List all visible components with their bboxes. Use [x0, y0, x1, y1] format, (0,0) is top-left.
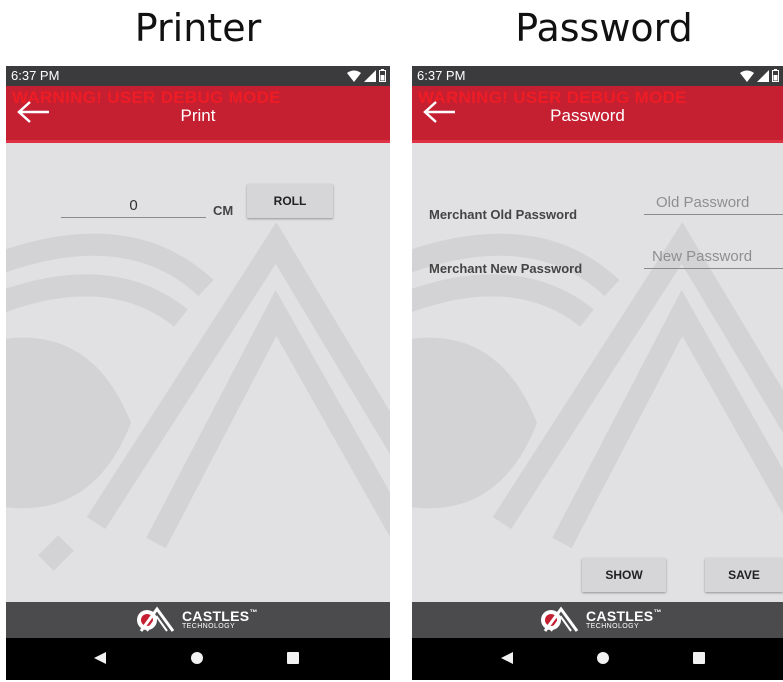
unit-label: CM [213, 203, 234, 218]
app-bar: WARNING! USER DEBUG MODE Password [412, 86, 783, 140]
trademark: ™ [653, 607, 662, 617]
debug-warning-text: WARNING! USER DEBUG MODE [418, 88, 687, 107]
printer-content: CM ROLL [6, 143, 390, 600]
brand-text: CASTLES™ TECHNOLOGY [586, 607, 662, 630]
square-recents-icon[interactable] [286, 651, 300, 665]
brand-text: CASTLES™ TECHNOLOGY [182, 607, 258, 630]
triangle-back-icon[interactable] [93, 651, 107, 665]
printer-screen: 6:37 PM WARNING! USER DEBUG MODE Print C… [6, 66, 390, 680]
debug-warning-text: WARNING! USER DEBUG MODE [12, 88, 281, 107]
show-button[interactable]: SHOW [582, 558, 666, 592]
square-recents-icon[interactable] [692, 651, 706, 665]
circle-home-icon[interactable] [190, 651, 204, 665]
circle-home-icon[interactable] [596, 651, 610, 665]
brand-footer: CASTLES™ TECHNOLOGY [6, 602, 390, 638]
printer-caption: Printer [134, 6, 262, 50]
status-bar: 6:37 PM [412, 66, 783, 86]
status-time: 6:37 PM [417, 68, 466, 83]
brand-subtitle: TECHNOLOGY [586, 622, 640, 630]
new-password-label: Merchant New Password [429, 261, 583, 276]
brand-name: CASTLES [586, 607, 654, 624]
page-title: Password [550, 106, 625, 125]
save-button[interactable]: SAVE [705, 558, 783, 592]
brand-footer: CASTLES™ TECHNOLOGY [412, 602, 783, 638]
brand-subtitle: TECHNOLOGY [182, 622, 236, 630]
password-screen: 6:37 PM WARNING! USER DEBUG MODE Passwor… [412, 66, 783, 680]
signal-icon [757, 69, 769, 82]
navigation-bar [412, 638, 783, 680]
signal-icon [364, 69, 376, 82]
navigation-bar [6, 638, 390, 680]
roll-button[interactable]: ROLL [247, 184, 333, 218]
wifi-icon [740, 70, 754, 82]
wifi-icon [347, 70, 361, 82]
castles-logo: CASTLES™ TECHNOLOGY [135, 605, 258, 633]
status-icons [740, 69, 779, 82]
status-icons [347, 69, 386, 82]
castles-logo: CASTLES™ TECHNOLOGY [539, 605, 662, 633]
password-content: Merchant Old Password Merchant New Passw… [412, 143, 783, 600]
roll-length-input[interactable] [61, 193, 206, 218]
new-password-input[interactable] [644, 245, 783, 269]
castles-logo-icon [541, 606, 579, 632]
status-time: 6:37 PM [11, 68, 60, 83]
battery-icon [379, 69, 386, 82]
triangle-back-icon[interactable] [500, 651, 514, 665]
brand-name: CASTLES [182, 607, 250, 624]
battery-icon [772, 69, 779, 82]
password-caption: Password [515, 6, 693, 50]
old-password-input[interactable] [644, 191, 783, 215]
old-password-label: Merchant Old Password [429, 207, 578, 222]
trademark: ™ [249, 607, 258, 617]
page-title: Print [180, 106, 216, 125]
castles-logo-icon [137, 606, 175, 632]
status-bar: 6:37 PM [6, 66, 390, 86]
app-bar: WARNING! USER DEBUG MODE Print [6, 86, 390, 140]
